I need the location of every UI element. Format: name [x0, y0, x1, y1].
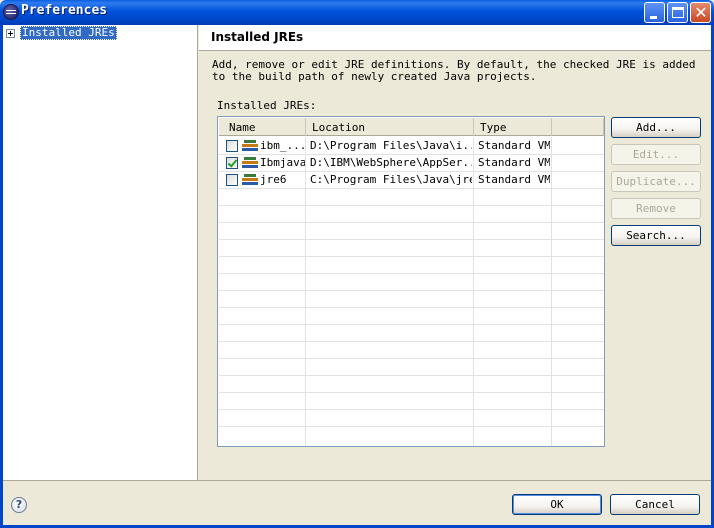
column-header-type[interactable]: Type	[474, 118, 552, 136]
jre-type: Standard VM	[478, 173, 550, 186]
footer-divider	[3, 480, 711, 481]
help-icon[interactable]: ?	[11, 497, 27, 513]
jre-checkbox[interactable]	[226, 157, 238, 169]
table-label: Installed JREs:	[217, 99, 317, 112]
ok-button[interactable]: OK	[512, 494, 602, 515]
close-icon: ✕	[694, 3, 708, 22]
jre-checkbox[interactable]	[226, 174, 238, 186]
grid-line	[219, 273, 604, 274]
grid-line	[219, 341, 604, 342]
column-header-location[interactable]: Location	[306, 118, 474, 136]
table-row[interactable]: jre6 C:\Program Files\Java\jre6 Standard…	[219, 171, 604, 188]
table-row[interactable]: ibm_... D:\Program Files\Java\i... Stand…	[219, 137, 604, 154]
page-description: Add, remove or edit JRE definitions. By …	[212, 58, 696, 83]
remove-button[interactable]: Remove	[611, 198, 701, 219]
grid-line	[219, 290, 604, 291]
jre-location: D:\IBM\WebSphere\AppSer...	[310, 156, 472, 169]
preferences-tree[interactable]	[3, 25, 198, 480]
minimize-icon	[650, 16, 657, 19]
grid-line	[219, 375, 604, 376]
jre-checkbox[interactable]	[226, 140, 238, 152]
jre-location: D:\Program Files\Java\i...	[310, 139, 472, 152]
grid-line	[219, 188, 604, 189]
maximize-icon	[672, 7, 684, 18]
tree-expand-icon[interactable]	[6, 29, 15, 38]
jre-location: C:\Program Files\Java\jre6	[310, 173, 472, 186]
minimize-button[interactable]	[644, 2, 665, 23]
grid-line	[219, 256, 604, 257]
jre-type: Standard VM	[478, 139, 550, 152]
grid-line	[219, 409, 604, 410]
grid-line	[219, 426, 604, 427]
window-title: Preferences	[21, 3, 108, 18]
maximize-button[interactable]	[667, 2, 688, 23]
jre-library-icon	[242, 174, 258, 186]
column-header-name[interactable]: Name	[223, 118, 306, 136]
jre-type: Standard VM	[478, 156, 550, 169]
edit-button[interactable]: Edit...	[611, 144, 701, 165]
grid-line	[219, 239, 604, 240]
column-header-filler	[552, 118, 604, 136]
add-button[interactable]: Add...	[611, 117, 701, 138]
cancel-button[interactable]: Cancel	[610, 494, 700, 515]
table-header: Name Location Type	[219, 118, 604, 136]
jre-table[interactable]: Name Location Type ibm_... D:\Program Fi…	[217, 116, 605, 447]
grid-line	[219, 222, 604, 223]
jre-name: Ibmjava	[260, 156, 305, 169]
tree-item-installed-jres[interactable]: Installed JREs	[20, 26, 117, 40]
grid-line	[219, 358, 604, 359]
table-row[interactable]: Ibmjava D:\IBM\WebSphere\AppSer... Stand…	[219, 154, 604, 171]
jre-name: ibm_...	[260, 139, 305, 152]
title-bar[interactable]: Preferences ✕	[0, 0, 714, 25]
eclipse-icon	[3, 4, 19, 20]
close-button[interactable]: ✕	[690, 2, 711, 23]
search-button[interactable]: Search...	[611, 225, 701, 246]
page-title: Installed JREs	[211, 30, 304, 44]
jre-library-icon	[242, 157, 258, 169]
duplicate-button[interactable]: Duplicate...	[611, 171, 701, 192]
grid-line	[219, 205, 604, 206]
grid-line	[219, 392, 604, 393]
grid-line	[219, 307, 604, 308]
jre-library-icon	[242, 140, 258, 152]
jre-name: jre6	[260, 173, 287, 186]
grid-line	[219, 324, 604, 325]
